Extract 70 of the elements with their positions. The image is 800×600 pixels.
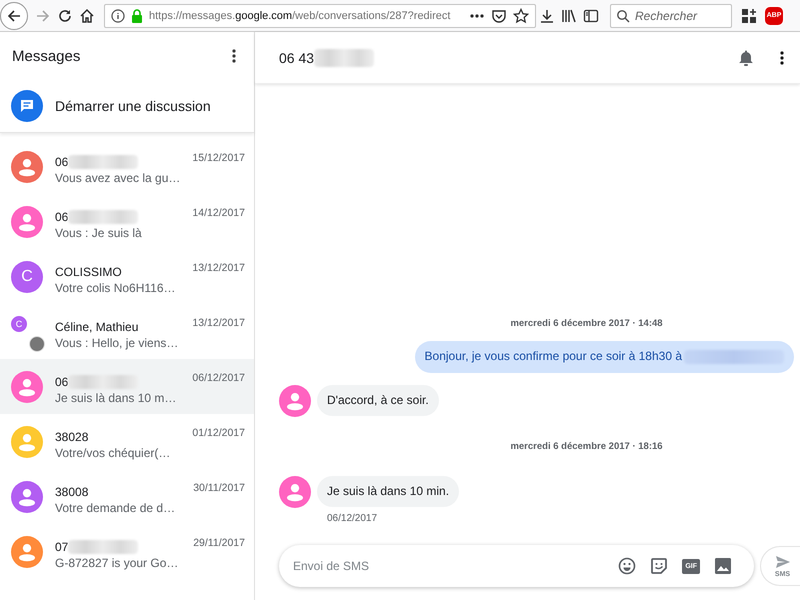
bell-icon[interactable] bbox=[738, 48, 754, 66]
more-vert-icon[interactable] bbox=[232, 49, 236, 63]
message-preview: Je suis là dans 10 m… bbox=[55, 391, 178, 405]
app-title: Messages bbox=[12, 48, 80, 64]
message-preview: Vous avez avec la gu… bbox=[55, 171, 180, 185]
conversation-item[interactable]: 07 G-872827 is your Go… 29/11/2017 bbox=[0, 524, 254, 579]
pocket-icon[interactable] bbox=[491, 8, 507, 24]
conversation-date: 30/11/2017 bbox=[193, 481, 245, 494]
image-icon[interactable] bbox=[714, 557, 732, 575]
back-arrow-icon bbox=[6, 8, 22, 24]
sidebar-icon[interactable] bbox=[583, 8, 599, 24]
message-preview: G-872827 is your Go… bbox=[55, 556, 180, 570]
contact-name: 38028 bbox=[55, 430, 88, 444]
conversation-item[interactable]: C COLISSIMO Votre colis No6H116… 13/12/2017 bbox=[0, 249, 254, 304]
contact-name: Céline, Mathieu bbox=[55, 320, 138, 334]
message-preview: Vous : Je suis là bbox=[55, 226, 143, 240]
message-preview: Votre colis No6H116… bbox=[55, 281, 177, 295]
message-timestamp: mercredi 6 décembre 2017 · 14:48 bbox=[509, 318, 664, 329]
contact-avatar: C bbox=[11, 316, 27, 332]
conversation-item[interactable]: 06 Vous avez avec la gu… 15/12/2017 bbox=[0, 139, 254, 194]
conversation-item[interactable]: 06 Vous : Je suis là 14/12/2017 bbox=[0, 194, 254, 249]
photo-placeholder bbox=[29, 336, 45, 352]
conversation-date: 13/12/2017 bbox=[192, 261, 245, 274]
info-icon bbox=[111, 8, 125, 22]
conversation-item[interactable]: C Céline, Mathieu Vous : Hello, je viens… 13/12/2017 bbox=[0, 304, 254, 359]
contact-avatar: C bbox=[11, 260, 43, 292]
contact-name: 06 bbox=[55, 374, 68, 388]
url-text: https://messages.google.com/web/conversations/287?redirect bbox=[149, 10, 450, 22]
conversation-date: 15/12/2017 bbox=[192, 151, 245, 164]
conversation-date: 14/12/2017 bbox=[192, 206, 245, 219]
sticker-icon[interactable] bbox=[650, 557, 668, 575]
emoji-icon[interactable] bbox=[618, 557, 636, 575]
library-icon[interactable] bbox=[561, 8, 577, 24]
message-timestamp: mercredi 6 décembre 2017 · 18:16 bbox=[509, 440, 664, 452]
contact-name: 38008 bbox=[55, 484, 88, 498]
outgoing-message: Bonjour, je vous confirme pour ce soir à 18h30 à bbox=[414, 340, 794, 373]
contact-name: 06 bbox=[55, 210, 68, 224]
home-icon[interactable] bbox=[79, 8, 95, 24]
message-input[interactable]: Envoi de SMS bbox=[293, 559, 604, 573]
more-vert-icon[interactable] bbox=[780, 50, 784, 64]
back-button[interactable] bbox=[0, 2, 28, 30]
conversation-item[interactable]: 06 Je suis là dans 10 m… 06/12/2017 bbox=[0, 359, 254, 414]
message-preview: Votre demande de d… bbox=[55, 501, 176, 515]
download-icon[interactable] bbox=[539, 8, 555, 24]
address-bar[interactable]: https://messages.google.com/web/conversations/287?redirect bbox=[104, 4, 536, 28]
incoming-message: D'accord, à ce soir. bbox=[317, 384, 439, 416]
conversation-date: 13/12/2017 bbox=[192, 316, 245, 329]
lock-icon bbox=[131, 8, 143, 22]
search-field[interactable]: Rechercher bbox=[610, 4, 732, 28]
message-date: 06/12/2017 bbox=[327, 513, 378, 524]
conversation-date: 01/12/2017 bbox=[192, 426, 245, 439]
conversation-item[interactable]: 38028 Votre/vos chéquier(… 01/12/2017 bbox=[0, 414, 254, 469]
contact-name: 07 bbox=[55, 540, 68, 554]
incoming-message: Je suis là dans 10 min. bbox=[317, 476, 460, 507]
reload-icon[interactable] bbox=[57, 8, 73, 24]
start-conversation-button[interactable]: Démarrer une discussion bbox=[0, 80, 254, 133]
message-preview: Votre/vos chéquier(… bbox=[55, 446, 172, 460]
contact-name: 06 bbox=[55, 154, 68, 168]
chat-bubble-icon bbox=[11, 90, 43, 122]
send-icon bbox=[774, 554, 790, 568]
search-icon bbox=[616, 8, 630, 22]
conversation-title: 06 43 bbox=[279, 50, 314, 66]
more-dots-icon[interactable] bbox=[469, 12, 485, 18]
conversation-date: 06/12/2017 bbox=[192, 371, 245, 384]
conversation-item[interactable]: 38008 Votre demande de d… 30/11/2017 bbox=[0, 469, 254, 524]
contact-name: COLISSIMO bbox=[55, 264, 122, 278]
star-icon[interactable] bbox=[513, 8, 529, 24]
apps-grid-icon[interactable] bbox=[741, 8, 757, 24]
message-preview: Vous : Hello, je viens… bbox=[55, 336, 180, 350]
conversation-date: 29/11/2017 bbox=[193, 536, 245, 549]
